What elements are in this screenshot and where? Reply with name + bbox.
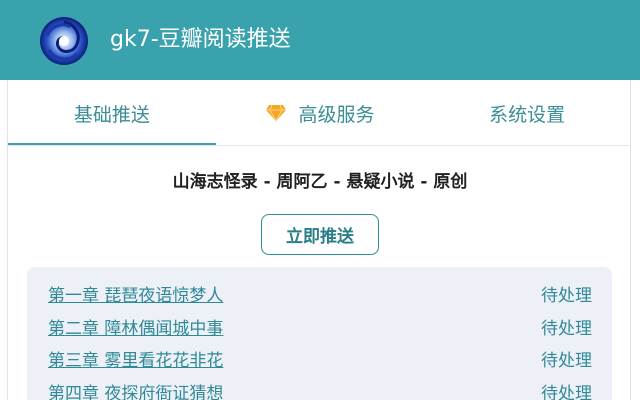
chapter-link[interactable]: 第一章 琵琶夜语惊梦人	[48, 281, 223, 306]
book-title: 山海志怪录 - 周阿乙 - 悬疑小说 - 原创	[172, 172, 468, 192]
diamond-icon	[265, 104, 286, 122]
list-item: 第一章 琵琶夜语惊梦人 待处理	[48, 277, 592, 309]
tab-basic-push[interactable]: 基础推送	[8, 80, 216, 146]
tab-premium-service-label: 高级服务	[298, 103, 375, 126]
tab-premium-service[interactable]: 高级服务	[216, 80, 424, 146]
tab-divider	[8, 145, 631, 146]
app-window: gk7-豆瓣阅读推送 基础推送 高级服务 系统设置 山海志怪录 - 周阿乙 - …	[0, 0, 640, 400]
list-item: 第二章 障林偶闻城中事 待处理	[48, 310, 592, 342]
list-item: 第四章 夜探府衙证猜想 待处理	[48, 375, 592, 400]
tab-bar: 基础推送 高级服务 系统设置	[8, 80, 631, 146]
tab-basic-push-label: 基础推送	[73, 103, 150, 126]
app-title: gk7-豆瓣阅读推送	[110, 27, 291, 52]
chapter-status: 待处理	[541, 318, 592, 339]
chapter-status: 待处理	[541, 285, 592, 306]
push-now-button[interactable]: 立即推送	[261, 214, 379, 255]
chapter-link[interactable]: 第二章 障林偶闻城中事	[48, 314, 223, 339]
chapter-link[interactable]: 第四章 夜探府衙证猜想	[48, 379, 223, 400]
tab-system-settings[interactable]: 系统设置	[423, 80, 631, 146]
app-header: gk7-豆瓣阅读推送	[0, 0, 640, 80]
chapter-status: 待处理	[541, 383, 592, 400]
chapter-link[interactable]: 第三章 雾里看花花非花	[48, 346, 223, 371]
chapter-status: 待处理	[541, 350, 592, 371]
app-logo-icon	[40, 17, 88, 65]
tab-system-settings-label: 系统设置	[489, 103, 566, 126]
list-item: 第三章 雾里看花花非花 待处理	[48, 342, 592, 374]
